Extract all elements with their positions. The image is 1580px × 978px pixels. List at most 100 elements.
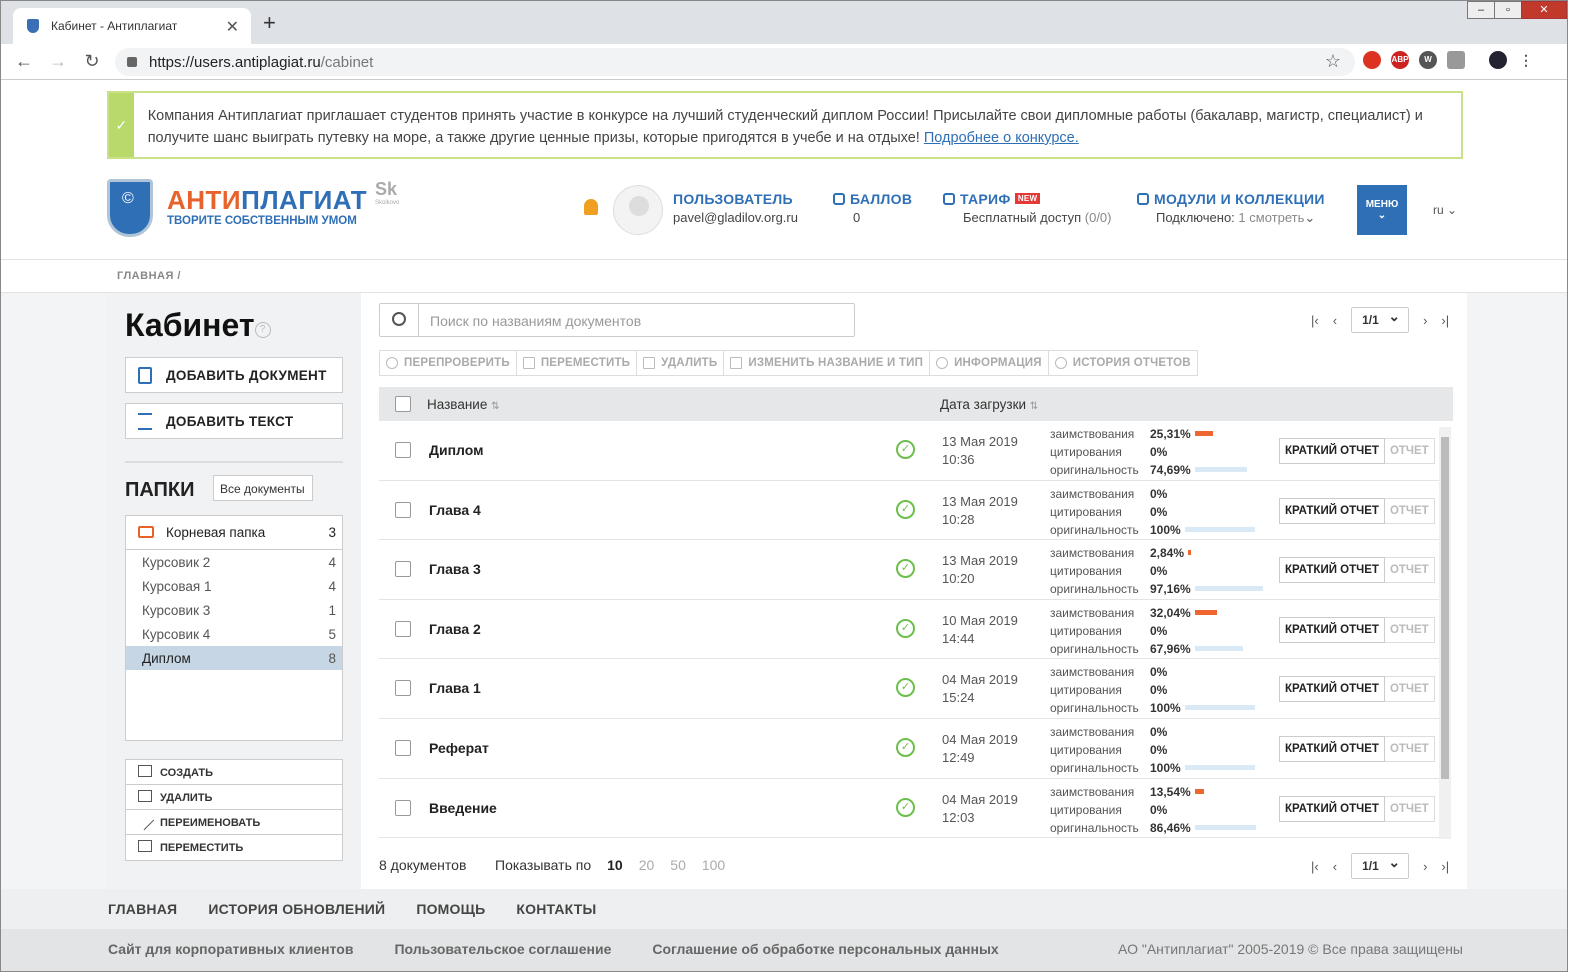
add-document-button[interactable]: ДОБАВИТЬ ДОКУМЕНТ: [125, 357, 343, 393]
short-report-button[interactable]: КРАТКИЙ ОТЧЕТ: [1279, 795, 1385, 822]
sort-by-date[interactable]: Дата загрузки ⇅: [940, 397, 1038, 412]
logo[interactable]: © АНТИПЛАГИАТ ТВОРИТЕ СОБСТВЕННЫМ УМОМ: [107, 177, 407, 239]
row-checkbox[interactable]: [395, 739, 411, 756]
adblock-icon[interactable]: [1363, 51, 1381, 69]
short-report-button[interactable]: КРАТКИЙ ОТЧЕТ: [1279, 616, 1385, 643]
camera-icon[interactable]: [1447, 51, 1465, 69]
footer-link-home[interactable]: ГЛАВНАЯ: [108, 901, 177, 929]
table-row[interactable]: Глава 4 ✓ 13 Мая 2019 10:28 заимствования 0% ц…: [379, 481, 1439, 541]
modules-block[interactable]: МОДУЛИ И КОЛЛЕКЦИИ Подключено: 1 смотрет…: [1137, 191, 1325, 226]
new-tab-button[interactable]: +: [263, 10, 276, 36]
report-button[interactable]: ОТЧЕТ: [1384, 557, 1435, 584]
last-page-icon[interactable]: ›|: [1441, 313, 1449, 328]
rename-folder-button[interactable]: ПЕРЕИМЕНОВАТЬ: [126, 810, 342, 835]
page-select[interactable]: 1/1: [1351, 307, 1410, 333]
prev-page-icon[interactable]: ‹: [1333, 313, 1337, 328]
extension-w-icon[interactable]: W: [1419, 51, 1437, 69]
add-text-button[interactable]: ДОБАВИТЬ ТЕКСТ: [125, 403, 343, 439]
row-checkbox[interactable]: [395, 680, 411, 697]
report-button[interactable]: ОТЧЕТ: [1384, 735, 1435, 762]
browser-tab[interactable]: Кабинет - Антиплагиат ✕: [13, 8, 251, 44]
short-report-button[interactable]: КРАТКИЙ ОТЧЕТ: [1279, 735, 1385, 762]
move-button[interactable]: ПЕРЕМЕСТИТЬ: [515, 350, 638, 376]
report-button[interactable]: ОТЧЕТ: [1384, 438, 1435, 464]
folder-item-selected[interactable]: Диплом 8: [126, 646, 342, 670]
help-icon[interactable]: ?: [254, 322, 271, 338]
close-tab-icon[interactable]: ✕: [226, 17, 239, 37]
table-row[interactable]: Диплом ✓ 13 Мая 2019 10:36 заимствования 25,3…: [379, 421, 1439, 481]
short-report-button[interactable]: КРАТКИЙ ОТЧЕТ: [1279, 497, 1385, 524]
row-checkbox[interactable]: [395, 561, 411, 578]
sort-by-name[interactable]: Название ⇅: [427, 397, 499, 412]
url-field[interactable]: https://users.antiplagiat.ru/cabinet ☆: [115, 48, 1355, 76]
language-select[interactable]: ru ⌄: [1433, 203, 1457, 217]
document-name[interactable]: Диплом: [429, 442, 483, 458]
delete-folder-button[interactable]: УДАЛИТЬ: [126, 785, 342, 810]
minimize-button[interactable]: –: [1467, 1, 1495, 19]
tariff-block[interactable]: ТАРИФ NEW Бесплатный доступ (0/0): [943, 191, 1112, 225]
reload-icon[interactable]: ↻: [81, 51, 103, 72]
rename-button[interactable]: ИЗМЕНИТЬ НАЗВАНИЕ И ТИП: [723, 350, 931, 376]
points-block[interactable]: БАЛЛОВ 0: [833, 191, 912, 225]
forward-icon[interactable]: →: [47, 51, 69, 72]
maximize-button[interactable]: ▫: [1494, 1, 1522, 19]
scrollbar-thumb[interactable]: [1441, 437, 1449, 779]
select-all-checkbox[interactable]: [395, 396, 411, 412]
folder-item[interactable]: Курсовик 31: [126, 598, 342, 622]
bell-icon[interactable]: [584, 199, 598, 215]
per-page-option[interactable]: 20: [639, 857, 655, 873]
short-report-button[interactable]: КРАТКИЙ ОТЧЕТ: [1279, 557, 1385, 584]
table-row[interactable]: Реферат ✓ 04 Мая 2019 12:49 заимствования 0% ц…: [379, 719, 1439, 779]
close-window-button[interactable]: ✕: [1521, 1, 1567, 19]
row-checkbox[interactable]: [395, 442, 411, 458]
footer-link-help[interactable]: ПОМОЩЬ: [416, 901, 485, 929]
folder-item[interactable]: Курсовик 45: [126, 622, 342, 646]
per-page-option[interactable]: 50: [670, 857, 686, 873]
report-button[interactable]: ОТЧЕТ: [1384, 795, 1435, 822]
table-row[interactable]: Глава 2 ✓ 10 Мая 2019 14:44 заимствования 32,…: [379, 600, 1439, 660]
folder-item[interactable]: Курсовая 14: [126, 574, 342, 598]
folder-root[interactable]: Корневая папка 3: [126, 516, 342, 550]
modules-view-link[interactable]: смотреть: [1249, 210, 1304, 225]
menu-button[interactable]: МЕНЮ ⌄: [1357, 185, 1407, 235]
document-name[interactable]: Глава 2: [429, 621, 481, 637]
last-page-icon[interactable]: ›|: [1441, 859, 1449, 874]
next-page-icon[interactable]: ›: [1423, 313, 1427, 328]
short-report-button[interactable]: КРАТКИЙ ОТЧЕТ: [1279, 438, 1385, 464]
footer-link-agreement[interactable]: Пользовательское соглашение: [394, 941, 611, 971]
back-icon[interactable]: ←: [13, 51, 35, 72]
bookmark-star-icon[interactable]: ☆: [1325, 51, 1341, 72]
breadcrumb[interactable]: ГЛАВНАЯ /: [1, 259, 1567, 293]
table-row[interactable]: Введение ✓ 04 Мая 2019 12:03 заимствования 13…: [379, 779, 1439, 839]
report-history-button[interactable]: ИСТОРИЯ ОТЧЕТОВ: [1047, 350, 1198, 376]
banner-link[interactable]: Подробнее о конкурсе.: [924, 130, 1079, 146]
footer-link-privacy[interactable]: Соглашение об обработке персональных дан…: [652, 941, 998, 971]
short-report-button[interactable]: КРАТКИЙ ОТЧЕТ: [1279, 676, 1385, 703]
next-page-icon[interactable]: ›: [1423, 859, 1427, 874]
delete-button[interactable]: УДАЛИТЬ: [636, 350, 725, 376]
table-row[interactable]: Глава 3 ✓ 13 Мая 2019 10:20 заимствования 2,8…: [379, 540, 1439, 600]
chrome-menu-icon[interactable]: ⋮: [1517, 51, 1535, 69]
move-folder-button[interactable]: ПЕРЕМЕСТИТЬ: [126, 835, 342, 860]
user-block[interactable]: ПОЛЬЗОВАТЕЛЬ pavel@gladilov.org.ru: [673, 191, 798, 225]
recheck-button[interactable]: ПЕРЕПРОВЕРИТЬ: [379, 350, 517, 376]
document-name[interactable]: Введение: [429, 800, 497, 816]
create-folder-button[interactable]: СОЗДАТЬ: [126, 760, 342, 785]
document-name[interactable]: Глава 3: [429, 561, 481, 577]
document-name[interactable]: Глава 1: [429, 680, 481, 696]
table-row[interactable]: Глава 1 ✓ 04 Мая 2019 15:24 заимствования 0% ц…: [379, 659, 1439, 719]
abp-icon[interactable]: ABP: [1391, 51, 1409, 69]
prev-page-icon[interactable]: ‹: [1333, 859, 1337, 874]
document-name[interactable]: Глава 4: [429, 502, 481, 518]
first-page-icon[interactable]: |‹: [1311, 313, 1319, 328]
per-page-option[interactable]: 10: [607, 857, 623, 873]
report-button[interactable]: ОТЧЕТ: [1384, 676, 1435, 703]
search-input[interactable]: Поиск по названиям документов: [379, 303, 855, 337]
folder-item[interactable]: Курсовик 24: [126, 550, 342, 574]
report-button[interactable]: ОТЧЕТ: [1384, 497, 1435, 524]
row-checkbox[interactable]: [395, 501, 411, 518]
per-page-option[interactable]: 100: [702, 857, 725, 873]
profile-icon[interactable]: [1489, 51, 1507, 69]
report-button[interactable]: ОТЧЕТ: [1384, 616, 1435, 643]
all-documents-button[interactable]: Все документы: [213, 475, 313, 501]
